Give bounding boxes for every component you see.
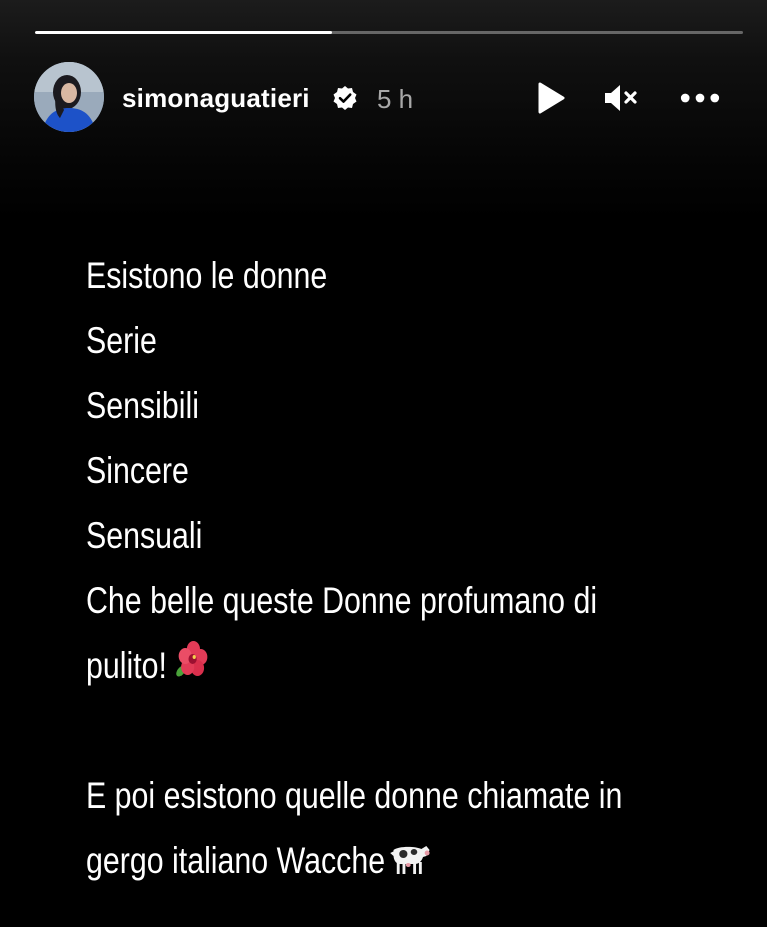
story-timestamp: 5 h <box>377 84 414 114</box>
story-viewer: simonaguatieri 5 h Esistono le donne Ser… <box>0 0 767 927</box>
story-text-line-with-emoji: pulito! <box>86 633 627 698</box>
hibiscus-emoji-icon <box>174 636 210 701</box>
story-progress-bar <box>35 31 743 34</box>
muted-speaker-icon <box>605 85 637 111</box>
play-button[interactable] <box>530 78 570 118</box>
cow-emoji-icon <box>387 831 431 896</box>
more-options-button[interactable] <box>680 78 720 118</box>
story-text-fragment: pulito! <box>86 645 167 686</box>
verified-badge-icon <box>332 85 358 111</box>
story-text-line-with-emoji: gergo italiano Wacche <box>86 828 627 893</box>
story-username[interactable]: simonaguatieri <box>122 82 310 114</box>
avatar[interactable] <box>34 62 104 132</box>
story-text-line: Serie <box>86 320 157 361</box>
story-text-line: Sincere <box>86 450 189 491</box>
story-text-line: Che belle queste Donne profumano di <box>86 580 598 621</box>
story-text: Esistono le donne Serie Sensibili Sincer… <box>86 243 627 893</box>
story-text-line: Esistono le donne <box>86 255 328 296</box>
play-icon <box>538 82 565 114</box>
story-progress-fill <box>35 31 333 34</box>
story-text-line: Sensuali <box>86 515 203 556</box>
story-text-blank-line <box>86 698 627 763</box>
story-text-line: E poi esistono quelle donne chiamate in <box>86 775 623 816</box>
mute-button[interactable] <box>601 78 641 118</box>
story-text-line: Sensibili <box>86 385 199 426</box>
story-text-fragment: gergo italiano Wacche <box>86 840 386 881</box>
more-options-icon <box>680 93 720 103</box>
